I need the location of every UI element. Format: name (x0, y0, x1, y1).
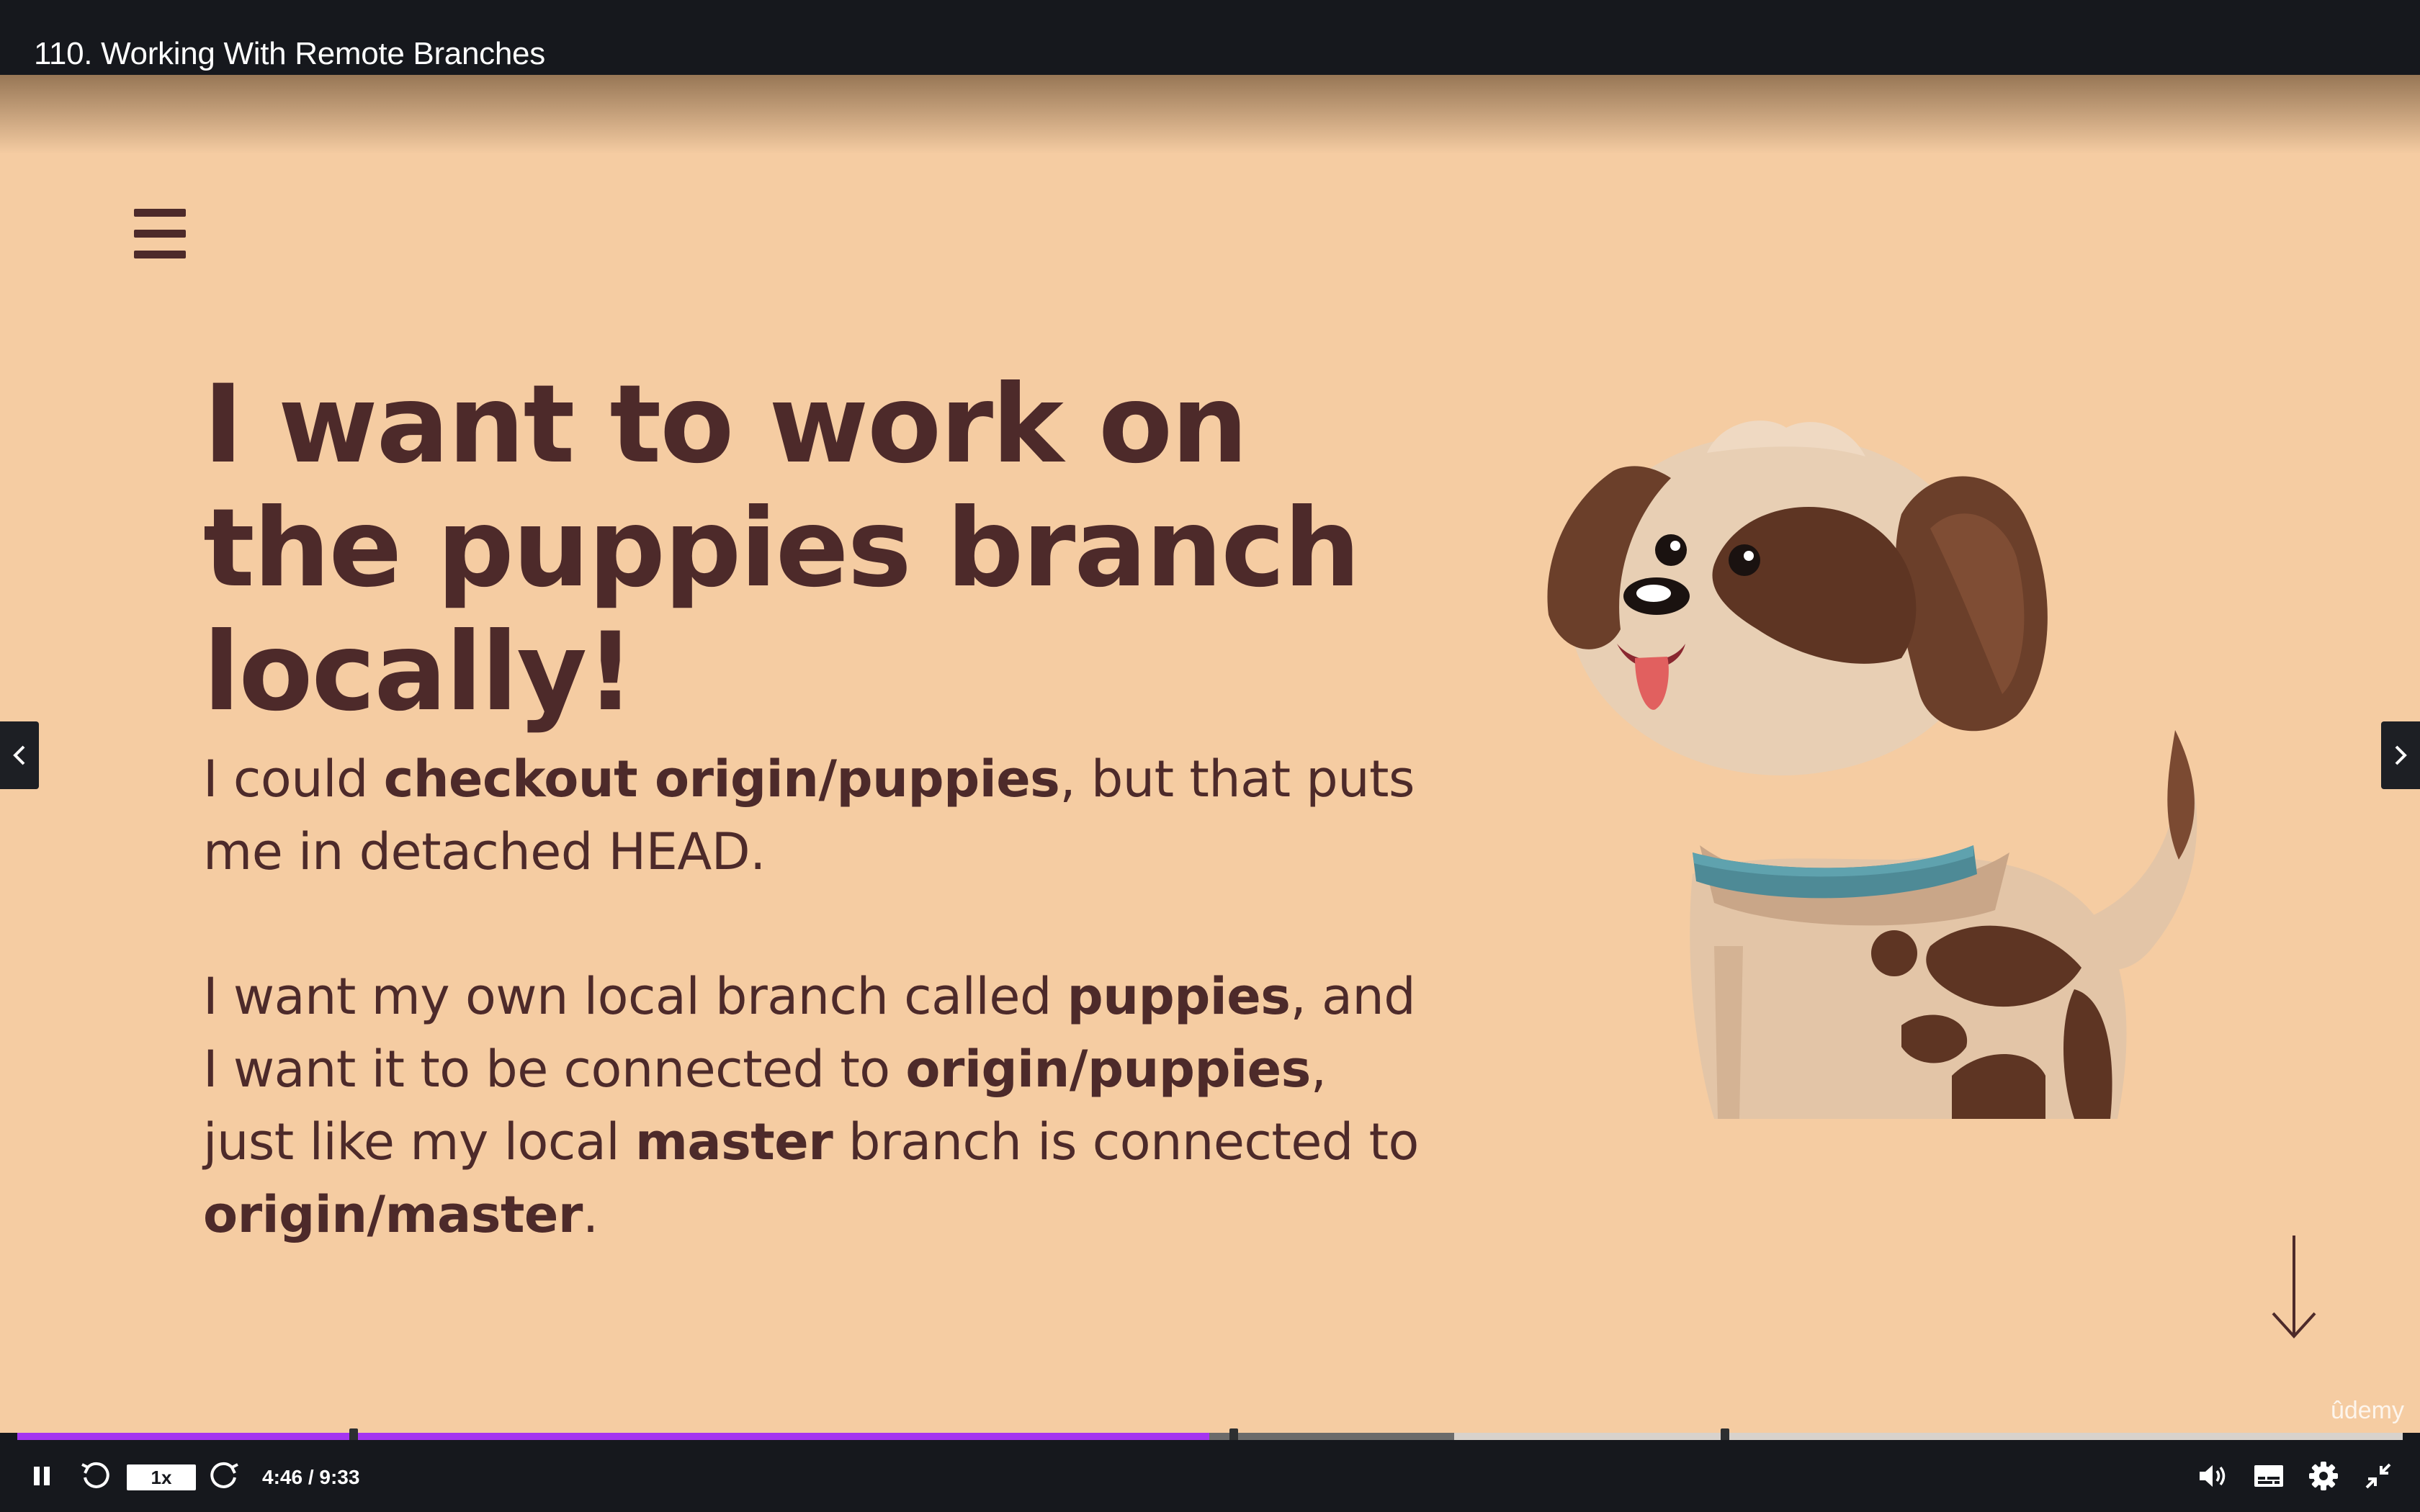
paragraph-bold-text: puppies (1067, 967, 1291, 1026)
player-controls: 1x 4:46 / 9:33 (0, 1440, 2420, 1512)
down-arrow-icon (2272, 1236, 2316, 1338)
pause-button[interactable] (23, 1457, 60, 1495)
udemy-watermark: ûdemy (2330, 1397, 2404, 1424)
pause-icon (34, 1467, 50, 1485)
paragraph-text: I want my own local branch called (203, 967, 1067, 1026)
slide-paragraph-1: I could checkout origin/puppies, but tha… (203, 743, 1428, 888)
settings-button[interactable] (2305, 1457, 2342, 1495)
lecture-slide: I want to work on the puppies branch loc… (0, 75, 2420, 1433)
paragraph-text: . (582, 1185, 599, 1244)
captions-button[interactable] (2250, 1457, 2287, 1495)
previous-lecture-button[interactable] (0, 721, 39, 789)
video-title-bar: 110. Working With Remote Branches (0, 0, 2420, 75)
paragraph-bold-text: checkout origin/puppies (383, 750, 1060, 809)
captions-icon (2254, 1465, 2283, 1487)
forward-icon (210, 1462, 238, 1488)
time-display: 4:46 / 9:33 (262, 1466, 360, 1488)
settings-icon (2309, 1462, 2338, 1490)
paragraph-bold-text: origin/puppies (905, 1040, 1311, 1099)
paragraph-bold-text: origin/master (203, 1185, 583, 1244)
progress-played (17, 1433, 1209, 1440)
chevron-left-icon (13, 745, 25, 765)
forward-button[interactable] (206, 1457, 243, 1495)
rewind-button[interactable] (76, 1457, 114, 1495)
chevron-right-icon (2395, 745, 2407, 765)
video-progress-bar[interactable] (17, 1428, 2403, 1444)
exit-fullscreen-button[interactable] (2360, 1457, 2397, 1495)
slide-paragraph-2: I want my own local branch called puppie… (203, 960, 1428, 1251)
paragraph-bold-text: master (635, 1112, 833, 1171)
paragraph-text: I could (203, 750, 384, 809)
lecture-title: 110. Working With Remote Branches (34, 36, 545, 71)
puppy-illustration (1547, 420, 2197, 1119)
top-shade (0, 75, 2420, 154)
hamburger-menu-icon (134, 209, 186, 259)
paragraph-text: branch is connected to (833, 1112, 1419, 1171)
playback-speed-button[interactable]: 1x (127, 1464, 196, 1490)
volume-icon (2200, 1465, 2226, 1487)
rewind-icon (81, 1462, 109, 1488)
exit-fullscreen-icon (2365, 1463, 2391, 1489)
next-lecture-button[interactable] (2381, 721, 2420, 789)
slide-headline: I want to work on the puppies branch loc… (203, 362, 1361, 735)
volume-button[interactable] (2194, 1457, 2231, 1495)
